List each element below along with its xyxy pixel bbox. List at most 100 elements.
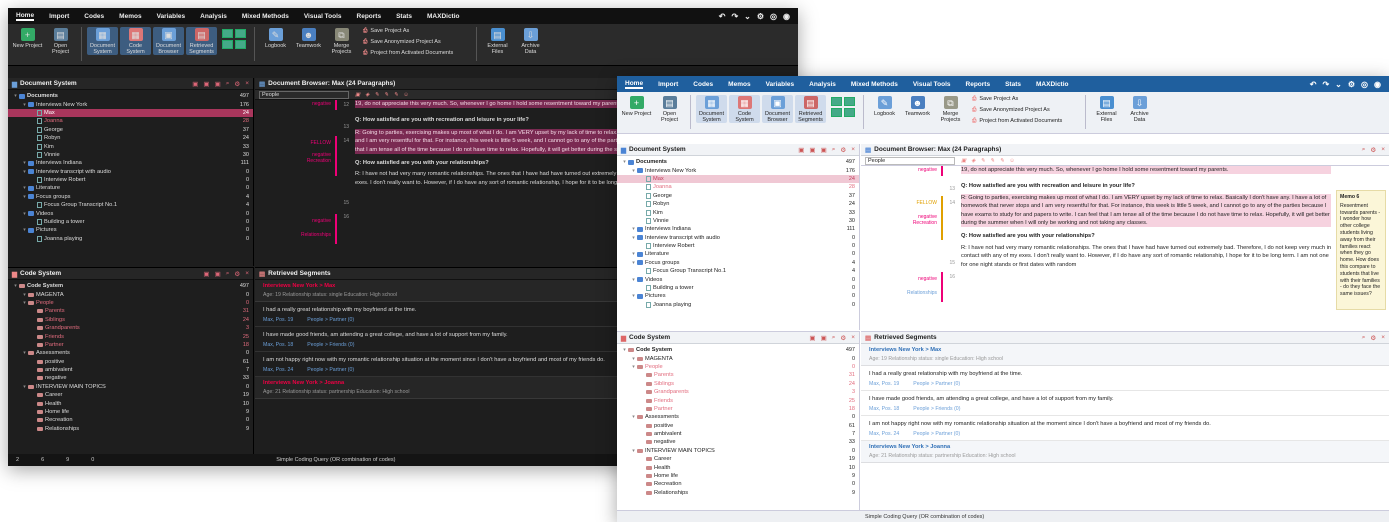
code-tree-item[interactable]: Career 19	[8, 391, 253, 399]
chevron-down-icon[interactable]: ⌄	[1335, 80, 1342, 89]
chevron-down-icon[interactable]: ▾	[21, 211, 28, 217]
menu-home[interactable]: Home	[16, 12, 35, 21]
user-icon[interactable]: ◉	[1374, 80, 1381, 89]
tool-icon[interactable]: ▣	[203, 270, 209, 278]
status-codes[interactable]: 6	[41, 457, 44, 463]
status-memos[interactable]: 9	[66, 457, 69, 463]
emoji-icon[interactable]: ☺	[1009, 158, 1015, 164]
highlighter-icon[interactable]: ✎	[1000, 158, 1005, 164]
menu-codes[interactable]: Codes	[693, 81, 713, 88]
code-tree-item[interactable]: Partner 18	[8, 341, 253, 349]
search-icon[interactable]: ⌕	[226, 80, 230, 88]
code-tree-item[interactable]: Parents 31	[617, 371, 859, 379]
menu-memos[interactable]: Memos	[728, 81, 750, 88]
tool-icon[interactable]: ◈	[365, 92, 369, 98]
open-project-button[interactable]: ▤ Open Project	[654, 95, 685, 123]
document-tree-item[interactable]: ▾ Focus groups 4	[8, 193, 253, 201]
teamwork-button[interactable]: ☻ Teamwork	[902, 95, 933, 117]
document-tree-item[interactable]: ▾ Focus groups 4	[617, 259, 859, 267]
tool-icon[interactable]: ▣	[798, 146, 804, 154]
code-system-button[interactable]: ▦ Code System	[120, 27, 151, 55]
menu-reports[interactable]: Reports	[357, 13, 382, 20]
segment-position-link[interactable]: Max, Pos. 24	[869, 431, 899, 437]
answer-paragraph[interactable]: R: I have not had very many romantic rel…	[961, 244, 1331, 269]
logbook-button[interactable]: ✎ Logbook	[260, 27, 291, 49]
external-files-button[interactable]: ▤ External Files	[482, 27, 513, 55]
chevron-down-icon[interactable]: ▾	[630, 448, 637, 454]
chevron-down-icon[interactable]: ▾	[630, 293, 637, 299]
document-tree-item[interactable]: ▾ Interviews New York 176	[8, 100, 253, 108]
code-tree-item[interactable]: Parents 31	[8, 307, 253, 315]
status-docs[interactable]: 2	[16, 457, 19, 463]
archive-data-button[interactable]: ⇩ Archive Data	[515, 27, 546, 55]
help-icon[interactable]: ◎	[770, 12, 777, 21]
chevron-down-icon[interactable]: ▾	[12, 93, 19, 99]
chevron-down-icon[interactable]: ▾	[21, 292, 28, 298]
question-paragraph[interactable]: Q: How satisfied are you with your relat…	[961, 232, 1331, 240]
gear-icon[interactable]: ⚙	[840, 334, 846, 342]
redo-icon[interactable]: ↷	[1322, 80, 1329, 89]
code-tree-item[interactable]: Health 10	[617, 463, 859, 471]
document-tree-item[interactable]: Robyn 24	[8, 134, 253, 142]
teamwork-button[interactable]: ☻ Teamwork	[293, 27, 324, 49]
tool-icon[interactable]: ▣	[821, 334, 827, 342]
code-tree-item[interactable]: Career 19	[617, 455, 859, 463]
code-tree-item[interactable]: ▾ MAGENTA 0	[617, 354, 859, 362]
code-tree-item[interactable]: Home life 9	[617, 472, 859, 480]
gear-icon[interactable]: ⚙	[1370, 334, 1376, 342]
chevron-down-icon[interactable]: ▾	[630, 226, 637, 232]
search-icon[interactable]: ⌕	[226, 270, 230, 278]
menu-import[interactable]: Import	[658, 81, 678, 88]
document-tree-item[interactable]: ▾ Interviews Indiana 111	[617, 225, 859, 233]
code-system-button[interactable]: ▦ Code System	[729, 95, 760, 123]
chevron-down-icon[interactable]: ▾	[630, 235, 637, 241]
emoji-icon[interactable]: ☺	[403, 92, 409, 98]
chevron-down-icon[interactable]: ▾	[630, 414, 637, 420]
code-label[interactable]: negative	[312, 218, 331, 224]
help-icon[interactable]: ◎	[1361, 80, 1368, 89]
save-project-as[interactable]: ⎙ Save Project As	[972, 96, 1076, 103]
chevron-down-icon[interactable]: ▾	[630, 364, 637, 370]
segment-position-link[interactable]: Max, Pos. 18	[263, 342, 293, 348]
code-tree-item[interactable]: ▾ INTERVIEW MAIN TOPICS 0	[8, 383, 253, 391]
code-tree-item[interactable]: Health 10	[8, 399, 253, 407]
code-label[interactable]: Recreation	[307, 158, 331, 164]
retrieved-segments-button[interactable]: ▤ Retrieved Segments	[795, 95, 826, 123]
code-tree-item[interactable]: Friends 25	[617, 396, 859, 404]
chevron-down-icon[interactable]: ▾	[630, 356, 637, 362]
menu-home[interactable]: Home	[625, 80, 644, 89]
document-tree-item[interactable]: Kim 33	[8, 142, 253, 150]
chevron-down-icon[interactable]: ▾	[21, 102, 28, 108]
close-icon[interactable]: ×	[851, 146, 855, 154]
undo-icon[interactable]: ↶	[719, 12, 726, 21]
code-tree-item[interactable]: positive 61	[8, 358, 253, 366]
close-icon[interactable]: ×	[245, 80, 249, 88]
tool-icon[interactable]: ▣	[192, 80, 198, 88]
save-anonymized[interactable]: ⎙ Save Anonymized Project As	[363, 39, 467, 46]
code-tree-item[interactable]: ▾ MAGENTA 0	[8, 290, 253, 298]
coded-paragraph[interactable]: R: Going to parties, exercising makes up…	[961, 193, 1331, 228]
settings-icon[interactable]: ⚙	[1348, 80, 1355, 89]
document-tree-item[interactable]: ▾ Videos 0	[617, 275, 859, 283]
menu-visual-tools[interactable]: Visual Tools	[304, 13, 342, 20]
document-tree-item[interactable]: Vinnie 30	[8, 151, 253, 159]
chevron-down-icon[interactable]: ▾	[21, 227, 28, 233]
code-tree-item[interactable]: ▾ People 0	[617, 363, 859, 371]
menu-visual-tools[interactable]: Visual Tools	[913, 81, 951, 88]
menu-analysis[interactable]: Analysis	[809, 81, 836, 88]
search-icon[interactable]: ⌕	[832, 146, 836, 154]
chevron-down-icon[interactable]: ▾	[12, 283, 19, 289]
document-tree-item[interactable]: ▾ Videos 0	[8, 209, 253, 217]
layout-grid-icon[interactable]	[222, 29, 246, 49]
document-tree-item[interactable]: Joanna playing 0	[617, 301, 859, 309]
retrieved-segments-button[interactable]: ▤ Retrieved Segments	[186, 27, 217, 55]
menu-mixed-methods[interactable]: Mixed Methods	[242, 13, 289, 20]
document-tree-item[interactable]: Joanna playing 0	[8, 235, 253, 243]
document-tree-item[interactable]: Focus Group Transcript No.1 4	[8, 201, 253, 209]
code-label[interactable]: Relationships	[301, 232, 331, 238]
chevron-down-icon[interactable]: ▾	[621, 347, 628, 353]
document-tree-item[interactable]: Joanna 28	[617, 183, 859, 191]
chevron-down-icon[interactable]: ▾	[630, 251, 637, 257]
menu-analysis[interactable]: Analysis	[200, 13, 227, 20]
gear-icon[interactable]: ⚙	[234, 270, 240, 278]
